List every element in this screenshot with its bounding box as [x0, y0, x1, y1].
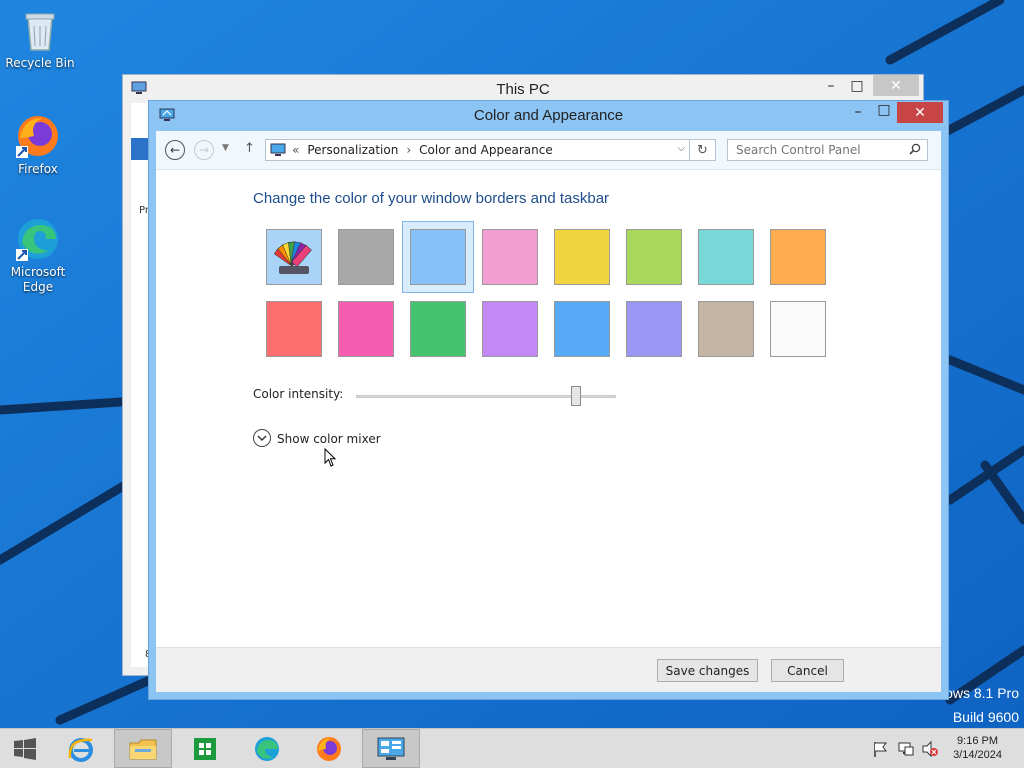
start-button[interactable]	[0, 729, 50, 768]
breadcrumb-overflow-icon[interactable]: «	[292, 143, 299, 157]
color-swatch[interactable]	[770, 301, 826, 357]
desktop-icon-edge[interactable]: Microsoft Edge	[0, 215, 76, 295]
color-swatch[interactable]	[482, 301, 538, 357]
arrow-right-icon: →	[198, 143, 210, 157]
color-swatch[interactable]	[770, 229, 826, 285]
back-button[interactable]: ←	[165, 140, 185, 160]
color-swatch[interactable]	[698, 301, 754, 357]
control-panel-small-icon	[270, 143, 286, 157]
desktop-icon-firefox[interactable]: Firefox	[0, 112, 76, 177]
file-explorer-icon	[129, 739, 157, 759]
recycle-bin-icon	[16, 6, 64, 54]
desktop-icon-label: Recycle Bin	[5, 56, 75, 70]
system-clock[interactable]: 9:16 PM 3/14/2024	[953, 734, 1002, 762]
action-center-flag-icon[interactable]	[872, 740, 890, 758]
color-palette-icon	[267, 230, 321, 284]
firefox-icon	[14, 112, 62, 160]
chevron-down-icon	[257, 434, 267, 441]
desktop-icon-recycle-bin[interactable]: Recycle Bin	[2, 6, 78, 71]
address-dropdown-chevron-icon[interactable]: ⌵	[677, 143, 685, 154]
this-pc-close-button[interactable]: ✕	[873, 75, 919, 96]
color-swatch[interactable]	[482, 229, 538, 285]
store-icon	[194, 737, 216, 760]
recent-locations-chevron-icon[interactable]: ▼	[222, 143, 229, 153]
automatic-color-swatch[interactable]	[266, 229, 322, 285]
firefox-icon	[317, 736, 341, 761]
breadcrumb-color-appearance[interactable]: Color and Appearance	[419, 143, 553, 157]
color-swatch[interactable]	[410, 301, 466, 357]
taskbar: 9:16 PM 3/14/2024	[0, 728, 1024, 768]
navigation-bar: ← → ▼ ↑ « Personalization › Color and Ap…	[156, 131, 941, 170]
cancel-button[interactable]: Cancel	[771, 659, 844, 682]
save-changes-button[interactable]: Save changes	[657, 659, 758, 682]
color-swatch[interactable]	[698, 229, 754, 285]
arrow-left-icon: ←	[169, 143, 181, 157]
color-appearance-window[interactable]: Color and Appearance – □ ✕ ← → ▼ ↑ « Per…	[148, 100, 949, 700]
color-swatch[interactable]	[338, 301, 394, 357]
mouse-cursor-icon	[324, 448, 337, 467]
address-bar[interactable]: « Personalization › Color and Appearance…	[265, 139, 690, 161]
close-button[interactable]: ✕	[897, 102, 943, 123]
refresh-icon: ↻	[697, 142, 708, 158]
taskbar-store[interactable]	[176, 729, 234, 768]
main-content: ← → ▼ ↑ « Personalization › Color and Ap…	[156, 131, 941, 692]
taskbar-file-explorer[interactable]	[114, 729, 172, 768]
color-swatch[interactable]	[626, 301, 682, 357]
desktop-icon-label: Microsoft Edge	[10, 265, 66, 294]
forward-button[interactable]: →	[194, 140, 214, 160]
os-watermark-build: Build 9600	[952, 709, 1019, 725]
show-color-mixer-link[interactable]: Show color mixer	[277, 432, 381, 446]
page-heading: Change the color of your window borders …	[253, 190, 610, 207]
color-swatch[interactable]	[626, 229, 682, 285]
this-pc-title: This PC	[496, 81, 550, 98]
up-level-arrow-icon[interactable]: ↑	[244, 141, 255, 156]
search-input[interactable]	[734, 140, 908, 160]
internet-explorer-icon	[68, 737, 93, 762]
color-swatch[interactable]	[338, 229, 394, 285]
color-swatch[interactable]	[554, 301, 610, 357]
refresh-button[interactable]: ↻	[690, 139, 716, 161]
network-icon[interactable]	[897, 740, 915, 758]
clock-date: 3/14/2024	[953, 749, 1002, 761]
main-window-title: Color and Appearance	[473, 107, 624, 124]
taskbar-edge[interactable]	[238, 729, 296, 768]
color-swatch[interactable]	[554, 229, 610, 285]
color-intensity-slider-thumb[interactable]	[571, 386, 581, 406]
this-pc-maximize-button[interactable]: □	[837, 75, 877, 96]
search-box[interactable]	[727, 139, 928, 161]
edge-icon	[255, 736, 279, 761]
this-pc-titlebar[interactable]: This PC – □ ✕	[123, 75, 923, 103]
os-watermark-edition: ows 8.1 Pro	[945, 685, 1019, 701]
desktop-icon-label: Firefox	[18, 162, 58, 176]
clock-time: 9:16 PM	[957, 735, 999, 747]
show-color-mixer-button[interactable]	[253, 429, 271, 447]
taskbar-internet-explorer[interactable]	[52, 729, 110, 768]
control-panel-icon	[377, 737, 405, 760]
search-icon[interactable]	[909, 143, 921, 158]
main-titlebar[interactable]: Color and Appearance – □ ✕	[149, 101, 948, 131]
color-swatch[interactable]	[266, 301, 322, 357]
volume-muted-icon[interactable]	[921, 740, 939, 758]
dialog-footer: Save changes Cancel	[156, 647, 941, 692]
windows-logo-icon	[14, 737, 36, 760]
taskbar-control-panel[interactable]	[362, 729, 420, 768]
color-swatch[interactable]	[410, 229, 466, 285]
breadcrumb-personalization[interactable]: Personalization	[307, 143, 398, 157]
breadcrumb-separator-icon: ›	[406, 143, 412, 157]
color-intensity-label: Color intensity:	[253, 387, 344, 401]
edge-icon	[14, 215, 62, 263]
taskbar-firefox[interactable]	[300, 729, 358, 768]
